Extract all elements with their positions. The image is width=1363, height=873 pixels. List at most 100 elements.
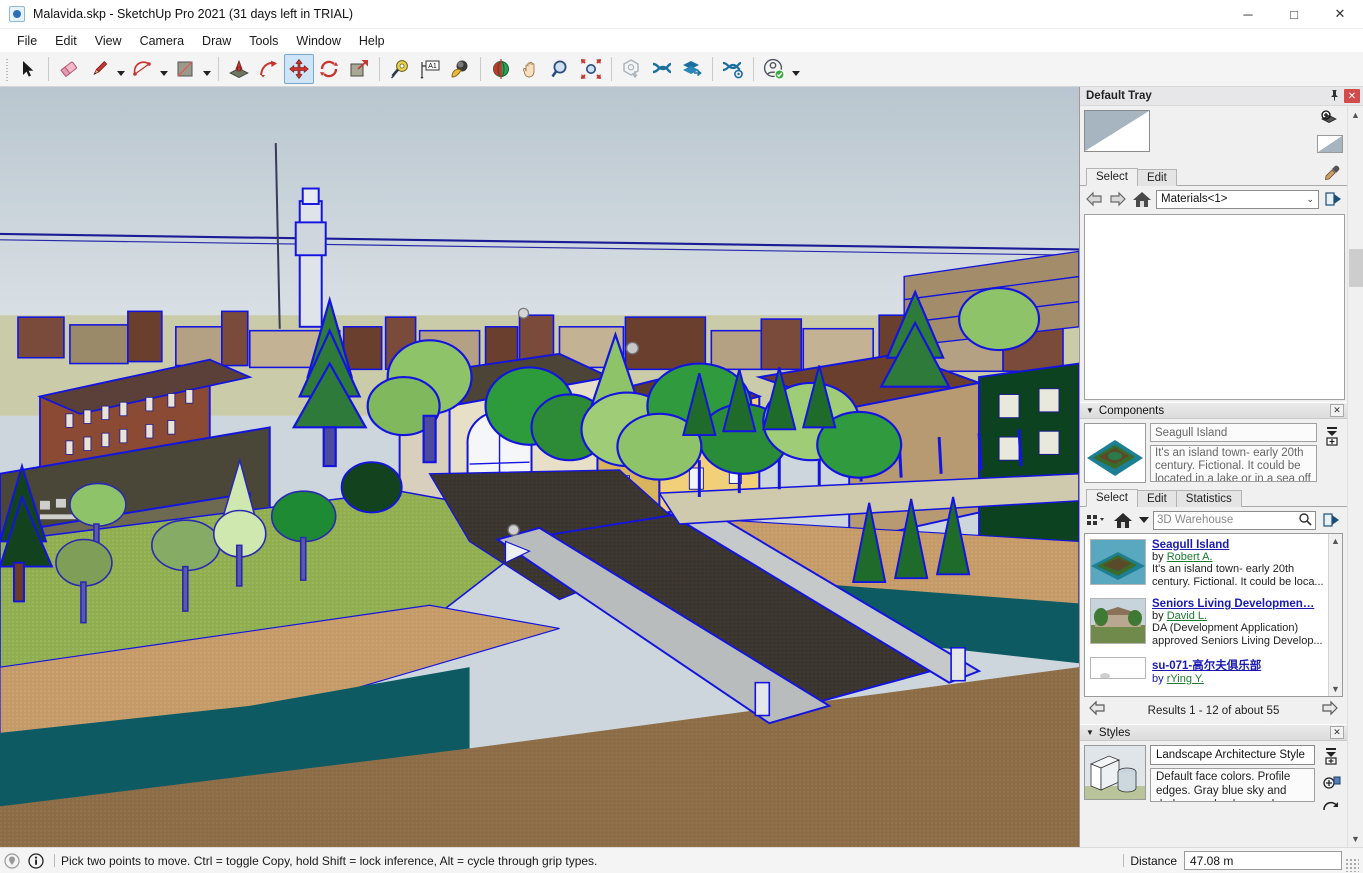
share-model-button[interactable] xyxy=(677,54,707,84)
3d-model-viewport[interactable] xyxy=(0,87,1080,847)
rotate-tool[interactable] xyxy=(314,54,344,84)
list-item[interactable]: Seagull Island by Robert A. It's an isla… xyxy=(1085,534,1328,593)
components-panel-header[interactable]: ▼ Components ✕ xyxy=(1080,402,1347,419)
collapse-triangle-icon[interactable]: ▼ xyxy=(1086,406,1094,415)
tab-components-select[interactable]: Select xyxy=(1086,489,1138,507)
menu-window[interactable]: Window xyxy=(287,31,349,51)
menu-view[interactable]: View xyxy=(86,31,131,51)
materials-back-button[interactable] xyxy=(1084,189,1104,209)
warehouse-home-icon[interactable] xyxy=(1111,510,1135,530)
scroll-down-icon[interactable]: ▼ xyxy=(1331,684,1340,696)
eyedropper-icon[interactable] xyxy=(1323,164,1347,187)
arc-tool-dropdown[interactable] xyxy=(157,54,170,84)
island-thumbnail[interactable] xyxy=(1090,539,1146,585)
zoom-extents-tool[interactable] xyxy=(576,54,606,84)
result-title[interactable]: Seniors Living Developmen… xyxy=(1152,598,1324,610)
create-style-icon[interactable] xyxy=(1321,774,1341,797)
materials-list[interactable] xyxy=(1084,214,1345,400)
golf-club-thumbnail[interactable] xyxy=(1090,657,1146,679)
scale-tool[interactable] xyxy=(344,54,374,84)
menu-file[interactable]: File xyxy=(8,31,46,51)
materials-collection-select[interactable]: Materials<1> ⌄ xyxy=(1156,189,1319,209)
result-title[interactable]: su-071-高尔夫俱乐部 xyxy=(1152,657,1324,673)
component-stack-icon[interactable] xyxy=(1324,425,1340,452)
menu-help[interactable]: Help xyxy=(350,31,394,51)
list-item[interactable]: su-071-高尔夫俱乐部 by rYing Y. xyxy=(1085,652,1328,685)
result-title[interactable]: Seagull Island xyxy=(1152,539,1324,551)
search-icon[interactable] xyxy=(1298,512,1312,529)
warehouse-prev-page[interactable] xyxy=(1088,700,1106,721)
result-author-link[interactable]: David L. xyxy=(1167,610,1207,622)
close-button[interactable]: ✕ xyxy=(1317,0,1363,29)
tray-close-button[interactable]: ✕ xyxy=(1344,89,1360,103)
style-preview-icon[interactable] xyxy=(1084,745,1146,800)
user-account-dropdown[interactable] xyxy=(789,54,802,84)
trimble-connect-button[interactable] xyxy=(647,54,677,84)
materials-details-button[interactable] xyxy=(1323,189,1343,209)
material-swatch-icon[interactable] xyxy=(1084,110,1150,152)
minimize-button[interactable]: ─ xyxy=(1225,0,1271,29)
warehouse-search-input[interactable]: 3D Warehouse xyxy=(1153,510,1316,530)
text-tool[interactable]: A1 xyxy=(415,54,445,84)
pushpull-tool[interactable] xyxy=(224,54,254,84)
tray-scrollbar[interactable]: ▲ ▼ xyxy=(1347,106,1363,847)
menu-draw[interactable]: Draw xyxy=(193,31,240,51)
view-options-icon[interactable] xyxy=(1084,510,1108,530)
info-icon[interactable] xyxy=(24,848,48,873)
scroll-up-icon[interactable]: ▲ xyxy=(1348,106,1363,123)
warehouse-next-page[interactable] xyxy=(1321,700,1339,721)
maximize-button[interactable]: □ xyxy=(1271,0,1317,29)
rectangle-tool-dropdown[interactable] xyxy=(200,54,213,84)
tab-components-edit[interactable]: Edit xyxy=(1136,490,1177,507)
tab-materials-select[interactable]: Select xyxy=(1086,168,1138,186)
pin-icon[interactable] xyxy=(1327,89,1341,104)
list-item[interactable]: Seniors Living Developmen… by David L. D… xyxy=(1085,593,1328,652)
warehouse-results-list[interactable]: Seagull Island by Robert A. It's an isla… xyxy=(1084,533,1343,697)
pan-tool[interactable] xyxy=(516,54,546,84)
tape-measure-tool[interactable] xyxy=(385,54,415,84)
scroll-down-icon[interactable]: ▼ xyxy=(1348,830,1363,847)
result-author-link[interactable]: Robert A. xyxy=(1167,551,1213,563)
warehouse-results-scrollbar[interactable]: ▲ ▼ xyxy=(1328,534,1342,696)
styles-close-button[interactable]: ✕ xyxy=(1330,726,1344,739)
materials-forward-button[interactable] xyxy=(1108,189,1128,209)
zoom-tool[interactable] xyxy=(546,54,576,84)
style-description-field[interactable]: Default face colors. Profile edges. Gray… xyxy=(1150,768,1315,802)
line-tool[interactable] xyxy=(84,54,114,84)
component-name-field[interactable]: Seagull Island xyxy=(1150,423,1317,442)
rectangle-tool[interactable] xyxy=(170,54,200,84)
paint-bucket-tool[interactable] xyxy=(445,54,475,84)
seniors-living-thumbnail[interactable] xyxy=(1090,598,1146,644)
result-author-link[interactable]: rYing Y. xyxy=(1167,673,1204,685)
geo-location-icon[interactable] xyxy=(0,848,24,873)
style-name-field[interactable]: Landscape Architecture Style xyxy=(1150,745,1315,765)
resize-grip-icon[interactable] xyxy=(1345,857,1359,872)
component-description-field[interactable]: It's an island town- early 20th century.… xyxy=(1150,445,1317,482)
menu-tools[interactable]: Tools xyxy=(240,31,287,51)
select-tool[interactable] xyxy=(13,54,43,84)
eraser-tool[interactable] xyxy=(54,54,84,84)
home-icon[interactable] xyxy=(1132,189,1152,209)
warehouse-nav-dropdown[interactable] xyxy=(1138,516,1150,524)
tab-materials-edit[interactable]: Edit xyxy=(1136,169,1177,186)
create-material-icon[interactable] xyxy=(1319,110,1341,133)
measurement-input[interactable]: 47.08 m xyxy=(1184,851,1342,870)
user-account-button[interactable] xyxy=(759,54,789,84)
manage-extensions-button[interactable] xyxy=(718,54,748,84)
tray-scroll-thumb[interactable] xyxy=(1348,249,1363,287)
island-thumbnail[interactable] xyxy=(1084,423,1146,483)
line-tool-dropdown[interactable] xyxy=(114,54,127,84)
style-stack-icon[interactable] xyxy=(1323,747,1339,770)
warehouse-details-button[interactable] xyxy=(1319,510,1343,530)
tab-components-statistics[interactable]: Statistics xyxy=(1175,490,1242,507)
move-tool[interactable] xyxy=(284,54,314,84)
menu-edit[interactable]: Edit xyxy=(46,31,86,51)
secondary-material-swatch[interactable] xyxy=(1317,135,1343,153)
scroll-up-icon[interactable]: ▲ xyxy=(1331,534,1340,546)
3d-warehouse-model-button[interactable] xyxy=(617,54,647,84)
orbit-tool[interactable] xyxy=(486,54,516,84)
toolbar-grip[interactable] xyxy=(4,57,11,81)
components-close-button[interactable]: ✕ xyxy=(1330,404,1344,417)
tray-scroll-track[interactable] xyxy=(1347,123,1363,830)
update-style-icon[interactable] xyxy=(1321,801,1341,820)
